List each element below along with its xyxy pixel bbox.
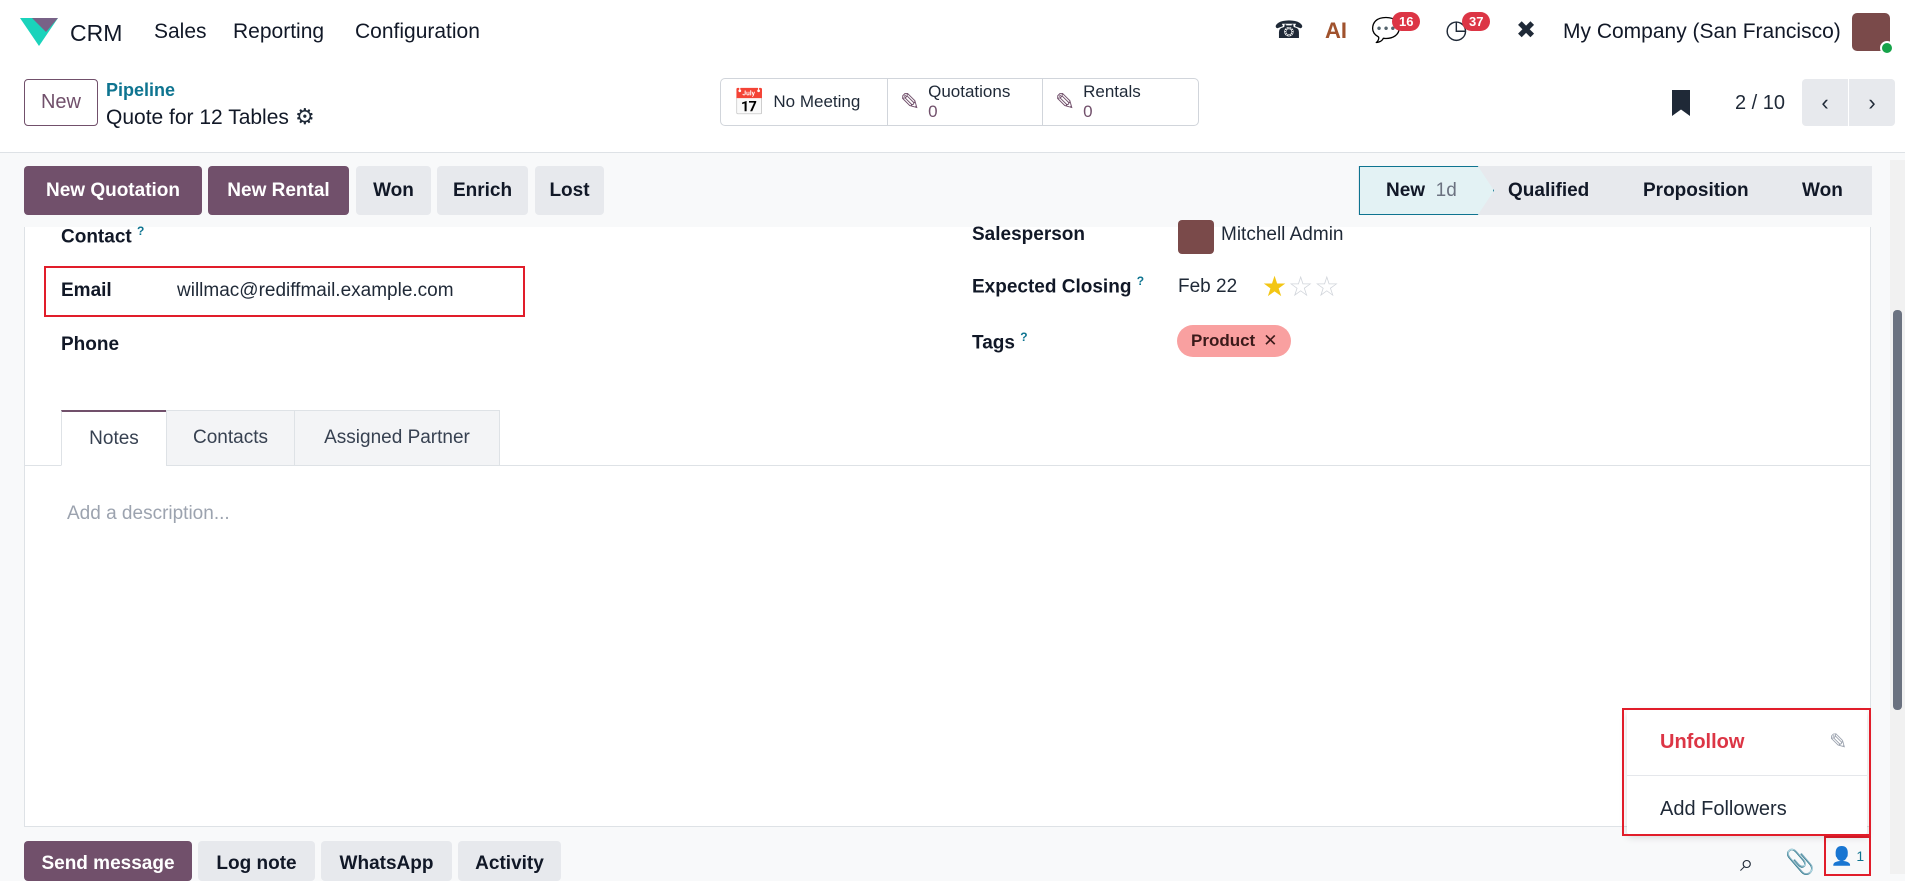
ai-icon[interactable]: AI [1325,18,1347,44]
won-button[interactable]: Won [356,166,431,215]
stage-qualified[interactable]: Qualified [1508,166,1589,215]
new-rental-button[interactable]: New Rental [208,166,349,215]
send-message-button[interactable]: Send message [24,841,192,881]
contact-label: Contact ? [61,224,145,248]
menu-reporting[interactable]: Reporting [233,20,324,44]
gear-icon[interactable]: ⚙ [295,104,315,130]
smart-buttons: 📅 No Meeting ✎ Quotations 0 ✎ Rentals 0 [720,78,1199,126]
star-empty-icon[interactable]: ☆ [1314,271,1340,302]
stage-label: New [1386,179,1426,201]
followers-dropdown: Unfollow ✎ Add Followers [1627,710,1867,835]
tags-label: Tags ? [972,330,1028,354]
crm-logo-icon[interactable] [20,18,58,46]
followers-count: 1 [1856,848,1865,864]
tag-label: Product [1191,331,1256,350]
salesperson-field[interactable]: Mitchell Admin [1221,224,1344,246]
tab-contacts[interactable]: Contacts [166,410,295,466]
tab-notes[interactable]: Notes [61,410,167,466]
phone-field[interactable] [177,330,507,358]
expected-closing-field[interactable]: Feb 22 [1178,276,1237,298]
form-sheet [24,227,1871,827]
salesperson-avatar [1178,220,1214,254]
email-label: Email [61,280,112,301]
tools-icon[interactable]: ✖ [1516,16,1536,45]
edit-icon: ✎ [900,88,921,116]
lost-button[interactable]: Lost [535,166,604,215]
whatsapp-button[interactable]: WhatsApp [321,841,452,881]
rentals-count: 0 [1083,102,1093,121]
new-record-button[interactable]: New [24,79,98,126]
follower-user-icon: 👤 [1830,845,1854,866]
user-avatar[interactable] [1852,13,1894,55]
menu-configuration[interactable]: Configuration [355,20,480,44]
phone-label: Phone [61,334,120,355]
pager-value[interactable]: 2 / 10 [1735,92,1785,115]
stage-won[interactable]: Won [1802,166,1843,215]
stage-new[interactable]: New 1d [1359,166,1494,215]
edit-icon: ✎ [1055,88,1076,116]
rentals-button[interactable]: ✎ Rentals 0 [1043,79,1198,125]
expected-closing-label: Expected Closing ? [972,274,1145,298]
messages-badge: 16 [1392,12,1421,31]
stage-proposition[interactable]: Proposition [1643,166,1749,215]
company-switcher[interactable]: My Company (San Francisco) [1563,20,1841,44]
phone-icon[interactable]: ☎ [1274,16,1304,45]
activity-button[interactable]: Activity [458,841,561,881]
app-name[interactable]: CRM [70,20,122,47]
tag-product: Product ✕ [1177,325,1292,357]
meeting-label: No Meeting [773,92,861,111]
priority-stars[interactable]: ★☆☆ [1262,270,1340,303]
menu-divider [1627,775,1867,776]
star-filled-icon[interactable]: ★ [1262,271,1288,302]
meeting-button[interactable]: 📅 No Meeting [721,79,888,125]
tab-assigned-partner[interactable]: Assigned Partner [294,410,500,466]
salesperson-label: Salesperson [972,224,1085,245]
email-field[interactable]: willmac@rediffmail.example.com [177,280,454,302]
scrollbar-thumb[interactable] [1893,310,1902,710]
stage-duration: 1d [1435,179,1457,201]
remove-tag-icon[interactable]: ✕ [1263,331,1277,351]
followers-button[interactable]: 👤 1 [1824,836,1871,876]
unfollow-item[interactable]: Unfollow [1660,731,1744,754]
online-status-dot [1880,41,1894,55]
calendar-icon: 📅 [733,86,766,117]
quotations-label: Quotations [928,82,1011,101]
pager-next-button[interactable]: › [1849,79,1895,126]
notes-editor[interactable]: Add a description... [67,503,230,525]
scrollbar[interactable] [1890,160,1905,874]
add-followers-item[interactable]: Add Followers [1660,798,1787,821]
record-title: Quote for 12 Tables [106,106,289,129]
paperclip-icon[interactable]: 📎 [1785,848,1815,877]
menu-sales[interactable]: Sales [154,20,207,44]
rentals-label: Rentals [1083,82,1141,101]
top-navbar: CRM Sales Reporting Configuration ☎ AI 💬… [0,0,1905,64]
enrich-button[interactable]: Enrich [437,166,528,215]
quotations-button[interactable]: ✎ Quotations 0 [888,79,1043,125]
pencil-edit-icon[interactable]: ✎ [1829,729,1847,755]
new-quotation-button[interactable]: New Quotation [24,166,202,215]
pager-previous-button[interactable]: ‹ [1802,79,1848,126]
log-note-button[interactable]: Log note [198,841,315,881]
activities-badge: 37 [1462,12,1491,31]
breadcrumb-pipeline[interactable]: Pipeline [106,80,175,101]
quotations-count: 0 [928,102,938,121]
star-empty-icon[interactable]: ☆ [1288,271,1314,302]
